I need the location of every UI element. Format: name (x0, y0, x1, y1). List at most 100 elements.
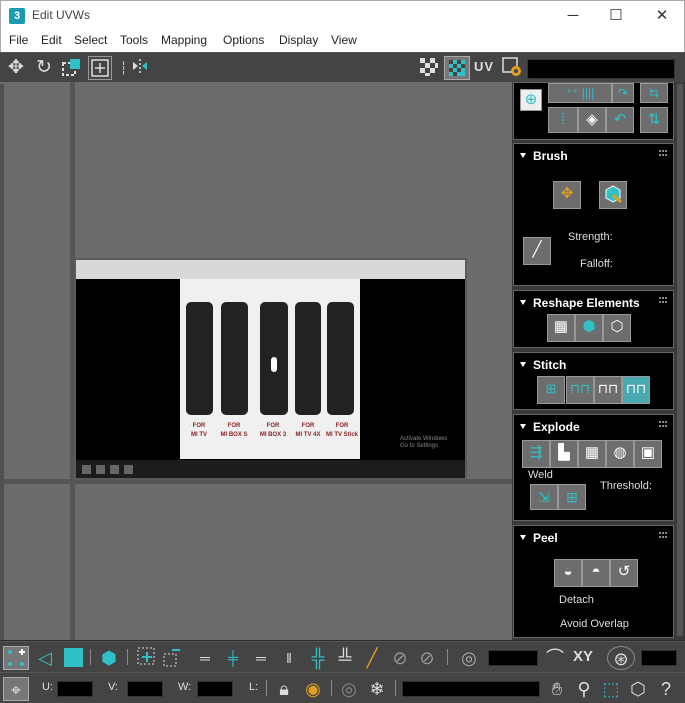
soft-select-value[interactable] (488, 650, 538, 666)
flatten-by-smoothing-icon[interactable]: ▙ (550, 440, 578, 468)
menu-edit[interactable]: Edit (41, 33, 62, 47)
stitch-average-icon[interactable]: ⊓⊓ (594, 376, 622, 404)
reset-peel-icon[interactable]: ↺ (610, 559, 638, 587)
menu-select[interactable]: Select (74, 33, 107, 47)
falloff-value[interactable] (641, 650, 677, 666)
rotate-icon[interactable]: ↻ (32, 56, 56, 80)
help-icon[interactable]: ? (654, 677, 678, 701)
relax-brush-icon[interactable] (599, 181, 627, 209)
flatten-icon[interactable]: ⬡ (603, 314, 631, 342)
menu-display[interactable]: Display (279, 33, 318, 47)
add-icon[interactable]: ⊕ (520, 89, 542, 111)
quick-peel-icon[interactable]: ◒ (554, 559, 582, 587)
selection-set-dropdown[interactable] (402, 681, 540, 697)
falloff-curve-icon[interactable]: ⌒ (543, 646, 567, 670)
peel-title[interactable]: Peel (520, 531, 558, 545)
minimize-button[interactable]: ─ (550, 5, 596, 27)
show-icon[interactable]: ◎ (336, 677, 362, 701)
w-value[interactable] (197, 681, 233, 697)
texture-checker-icon[interactable] (444, 56, 470, 80)
center-icon[interactable]: ◈ (578, 107, 606, 133)
rotate-ccw-icon[interactable]: ↶ (606, 107, 634, 133)
brush-title[interactable]: Brush (520, 149, 568, 163)
grow-selection-icon[interactable] (134, 646, 160, 670)
maximize-button[interactable]: ☐ (593, 5, 639, 27)
stitch-custom-icon[interactable]: ⊞ (537, 376, 565, 404)
menu-file[interactable]: File (9, 33, 28, 47)
break-icon[interactable]: ⇶ (522, 440, 550, 468)
drag-grip-icon[interactable] (659, 150, 667, 156)
element-mode-icon[interactable]: ⬢ (96, 646, 122, 670)
paint-shrink-icon[interactable]: ⊘ (415, 646, 439, 670)
falloff-label: Falloff: (580, 258, 613, 270)
ring-shrink-icon[interactable]: ╩ (333, 646, 357, 670)
absolute-mode-icon[interactable]: ⌖ (3, 677, 29, 701)
relax-icon[interactable]: ⬢ (575, 314, 603, 342)
zoom-region-icon[interactable]: ⬚ (599, 677, 623, 701)
zoom-extents-icon[interactable]: ⬡ (626, 677, 650, 701)
vertex-mode-icon[interactable] (3, 646, 29, 670)
loop-grow-icon[interactable]: ╪ (220, 646, 246, 670)
ring-icon[interactable]: ‖ (278, 646, 300, 670)
avoid-overlap-label: Avoid Overlap (560, 618, 629, 630)
checker-pattern-icon[interactable] (417, 56, 441, 80)
menu-tools[interactable]: Tools (120, 33, 148, 47)
menu-view[interactable]: View (331, 33, 357, 47)
space-vertical-icon[interactable]: ⇅ (640, 107, 668, 133)
drag-grip-icon[interactable] (659, 297, 667, 303)
paint-grow-icon[interactable]: ⊘ (388, 646, 412, 670)
v-value[interactable] (127, 681, 163, 697)
rotate-cw-icon[interactable]: ↷ (612, 83, 634, 103)
loop-icon[interactable]: ═ (192, 646, 218, 670)
flatten-by-polygon-icon[interactable]: ◍ (606, 440, 634, 468)
panel-scrollbar[interactable] (677, 84, 683, 636)
texture-dropdown[interactable] (527, 59, 675, 79)
weld-target-icon[interactable]: ⊞ (558, 484, 586, 510)
remote-image (327, 302, 354, 415)
zoom-icon[interactable]: ⚲ (572, 677, 596, 701)
ring-grow-icon[interactable]: ╬ (306, 646, 330, 670)
reshape-title[interactable]: Reshape Elements (520, 296, 640, 310)
freeform-icon[interactable] (88, 56, 112, 80)
edge-mode-icon[interactable]: ◁ (33, 646, 57, 670)
align-vertical-icon[interactable]: ⁞ (548, 107, 578, 133)
loop-shrink-icon[interactable]: ═ (248, 646, 274, 670)
stitch-target-icon[interactable]: ⊓⊓ (622, 376, 650, 404)
paint-select-icon[interactable]: ╱ (360, 646, 384, 670)
u-label: U: (42, 681, 53, 693)
pan-icon[interactable]: ✋︎ (545, 677, 569, 701)
settings-icon[interactable] (500, 56, 524, 80)
move-icon[interactable]: ✥ (4, 56, 28, 80)
lock-icon[interactable]: 🔒︎ (272, 677, 296, 701)
menu-options[interactable]: Options (223, 33, 264, 47)
u-value[interactable] (57, 681, 93, 697)
brush-size-icon[interactable]: ╱ (523, 237, 551, 265)
drag-grip-icon[interactable] (659, 532, 667, 538)
soft-select-icon[interactable]: ◎ (456, 646, 482, 670)
xy-toggle[interactable]: XY (573, 648, 593, 665)
flatten-icon[interactable]: ▣ (634, 440, 662, 468)
weld-selected-icon[interactable]: ⇲ (530, 484, 558, 510)
freeze-icon[interactable]: ❄ (364, 677, 390, 701)
paint-move-icon[interactable]: ✥ (553, 181, 581, 209)
uv-channel-label[interactable]: UV (474, 59, 494, 74)
polygon-mode-icon[interactable] (61, 646, 85, 670)
peel-mode-icon[interactable]: ◓ (582, 559, 610, 587)
explode-title[interactable]: Explode (520, 420, 580, 434)
drag-grip-icon[interactable] (659, 421, 667, 427)
space-horizontal-icon[interactable]: ⇆ (640, 83, 668, 103)
close-button[interactable]: ✕ (639, 5, 685, 27)
mirror-icon[interactable] (128, 56, 152, 80)
align-horizontal-icon[interactable]: ⁺⁺ |||| (548, 83, 612, 103)
straighten-icon[interactable]: ▦ (547, 314, 575, 342)
uv-viewport[interactable]: FOR MI TV FOR MI BOX S FOR MI BOX 3 FOR MI T… (0, 82, 512, 640)
scale-icon[interactable] (60, 56, 84, 80)
hide-icon[interactable]: ◉ (300, 677, 326, 701)
stitch-title[interactable]: Stitch (520, 358, 566, 372)
shrink-selection-icon[interactable] (160, 646, 186, 670)
stitch-source-icon[interactable]: ⊓⊓ (566, 376, 594, 404)
flatten-by-material-icon[interactable]: ▦ (578, 440, 606, 468)
menu-mapping[interactable]: Mapping (161, 33, 207, 47)
remote-image (221, 302, 248, 415)
world-space-icon[interactable]: ⊛ (607, 646, 635, 670)
